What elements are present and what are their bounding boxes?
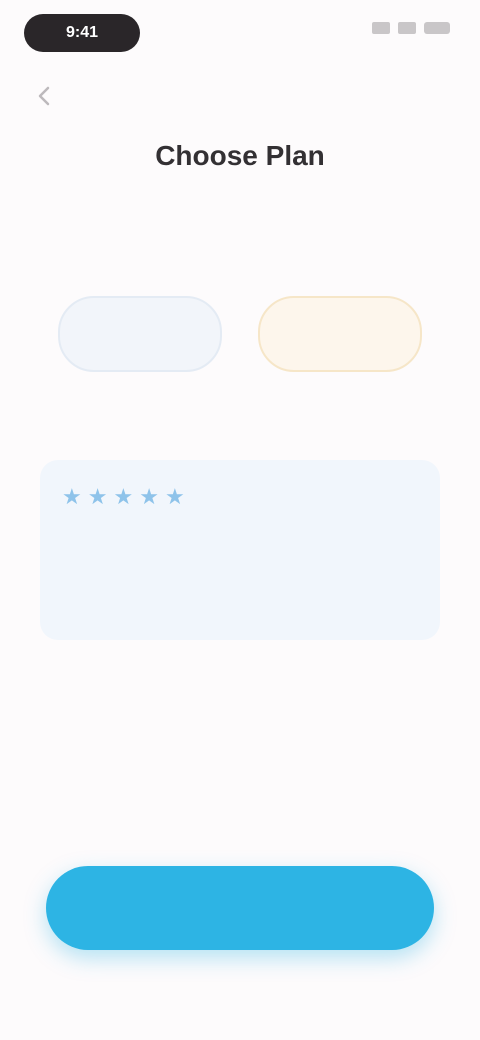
status-icons [372, 22, 450, 34]
plan-option-left[interactable] [58, 296, 222, 372]
status-time: 9:41 [24, 14, 140, 52]
continue-button[interactable] [46, 866, 434, 950]
star-icon: ★ [113, 484, 134, 509]
back-button[interactable] [28, 80, 60, 112]
signal-icon [372, 22, 390, 34]
chevron-left-icon [38, 86, 50, 106]
plan-option-right[interactable] [258, 296, 422, 372]
star-icon: ★ [87, 484, 108, 509]
status-bar: 9:41 [0, 0, 480, 64]
star-icon: ★ [139, 484, 159, 509]
page-title: Choose Plan [155, 140, 325, 171]
review-card: ★ ★ ★ ★ ★ [40, 460, 440, 640]
battery-icon [424, 22, 450, 34]
star-icon: ★ [62, 484, 82, 509]
wifi-icon [398, 22, 416, 34]
rating-stars: ★ ★ ★ ★ ★ [62, 484, 418, 510]
star-icon: ★ [164, 484, 185, 509]
